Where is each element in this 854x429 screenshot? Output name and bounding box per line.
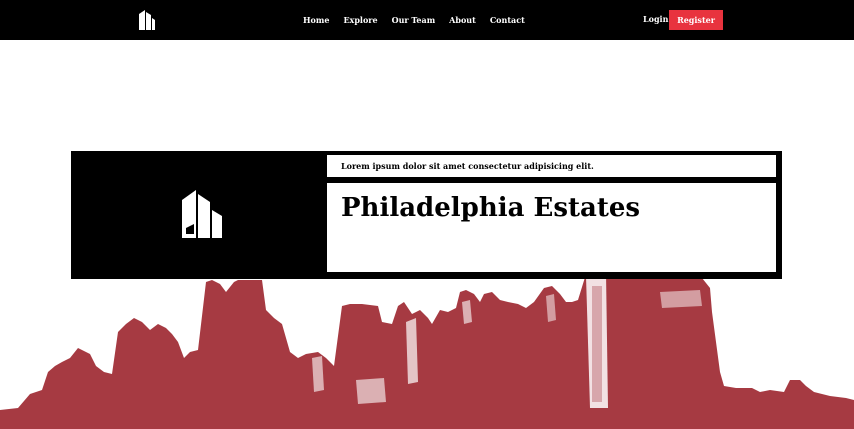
navbar: Home Explore Our Team About Contact Logi…	[0, 0, 854, 40]
nav-link-about[interactable]: About	[449, 15, 476, 25]
nav-link-our-team[interactable]: Our Team	[392, 15, 436, 25]
nav-link-contact[interactable]: Contact	[490, 15, 525, 25]
hero-card: Lorem ipsum dolor sit amet consectetur a…	[71, 151, 782, 279]
nav-links: Home Explore Our Team About Contact	[303, 0, 539, 40]
building-icon[interactable]	[137, 8, 155, 30]
nav-link-explore[interactable]: Explore	[343, 15, 377, 25]
title-box: Philadelphia Estates	[327, 183, 776, 272]
building-icon	[182, 190, 222, 238]
login-link[interactable]: Login	[643, 14, 668, 24]
nav-link-home[interactable]: Home	[303, 15, 329, 25]
city-skyline-image	[0, 268, 854, 429]
hero-tagline: Lorem ipsum dolor sit amet consectetur a…	[341, 161, 594, 171]
tagline-box: Lorem ipsum dolor sit amet consectetur a…	[327, 155, 776, 177]
register-button[interactable]: Register	[669, 10, 723, 30]
page-title: Philadelphia Estates	[341, 193, 641, 223]
